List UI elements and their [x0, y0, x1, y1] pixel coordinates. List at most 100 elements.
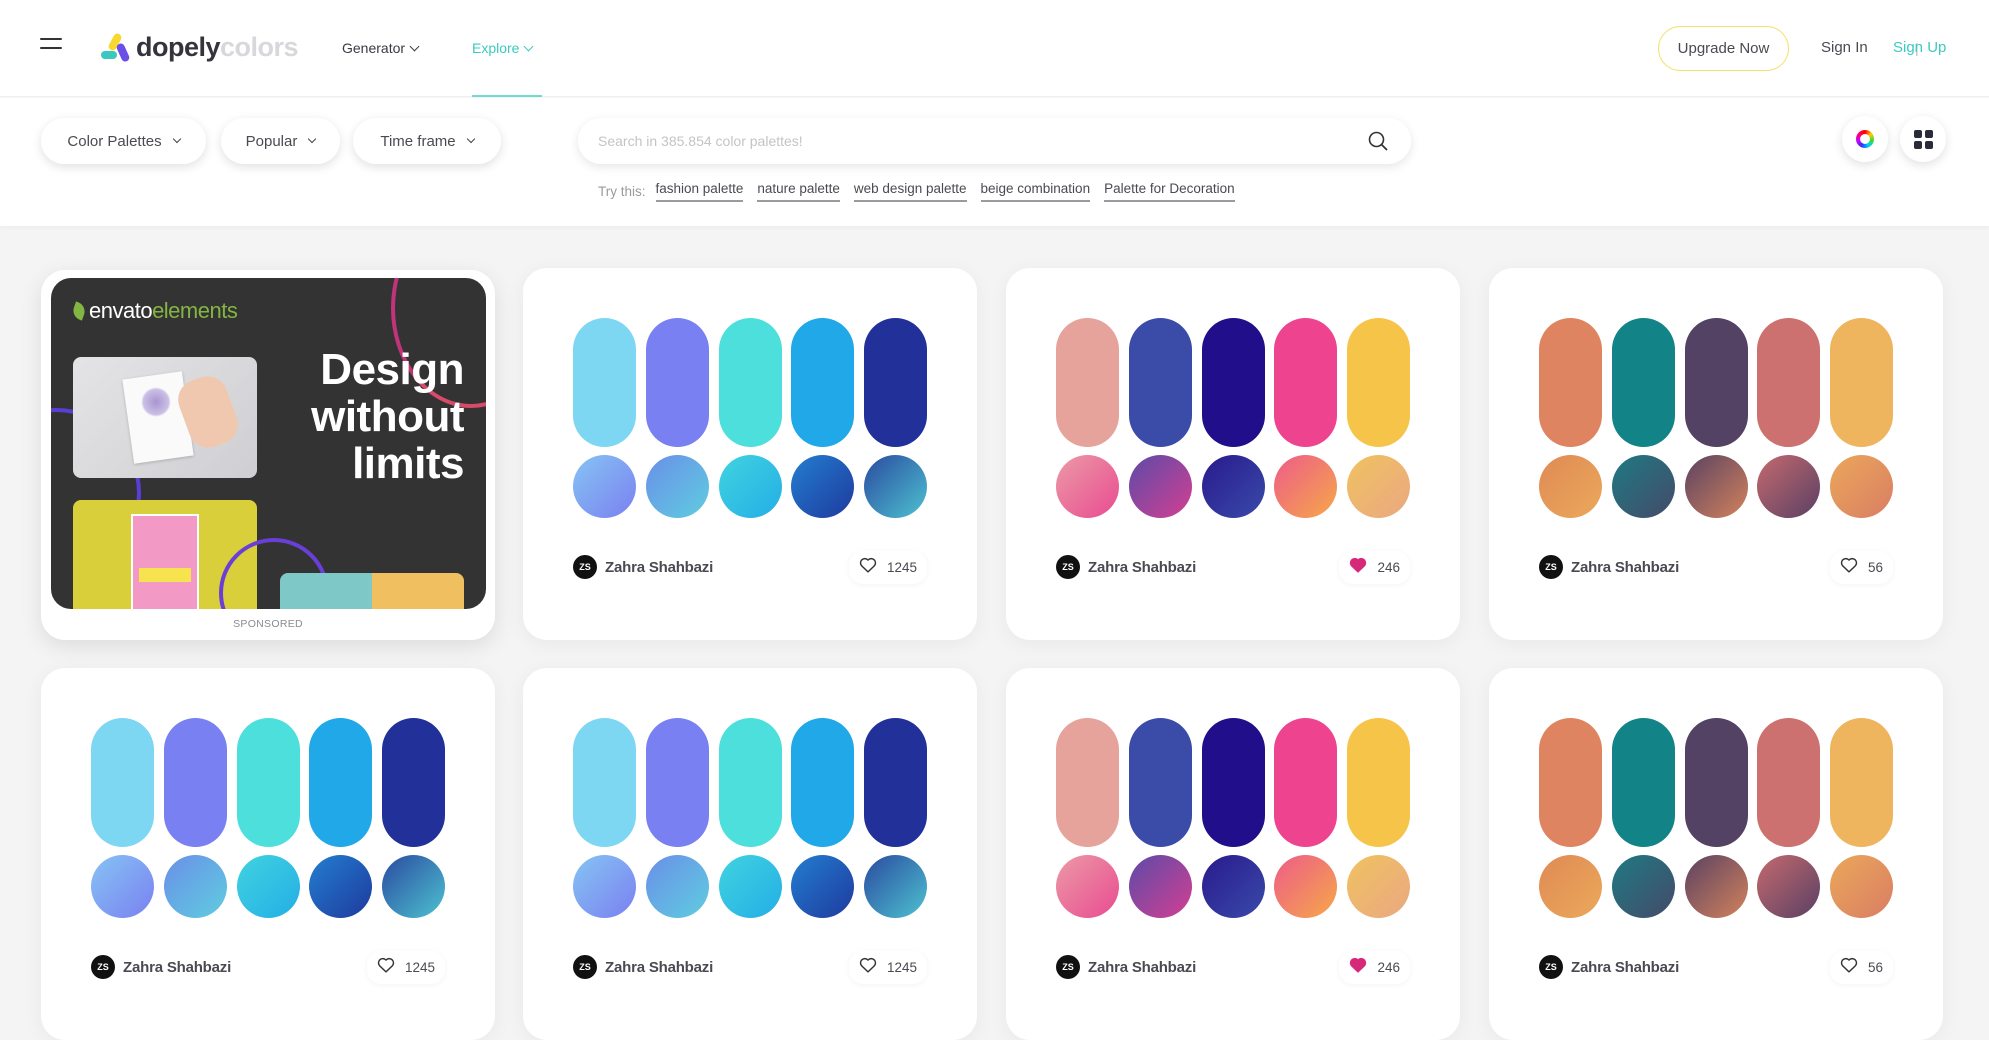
- logo[interactable]: dopelycolors: [100, 30, 299, 64]
- gradient-swatch[interactable]: [163, 855, 227, 918]
- grid-view-button[interactable]: [1900, 116, 1946, 162]
- color-swatch[interactable]: [1757, 718, 1821, 847]
- color-swatch[interactable]: [645, 318, 709, 447]
- like-button[interactable]: 1245: [849, 951, 927, 984]
- color-swatch[interactable]: [718, 318, 782, 447]
- color-swatch[interactable]: [309, 718, 373, 847]
- color-swatch[interactable]: [718, 718, 782, 847]
- like-button[interactable]: 246: [1339, 551, 1410, 584]
- gradient-swatch[interactable]: [1056, 855, 1119, 918]
- gradient-swatch[interactable]: [718, 455, 782, 518]
- author[interactable]: ZS Zahra Shahbazi: [1539, 555, 1679, 579]
- color-swatch[interactable]: [573, 318, 636, 447]
- color-swatch[interactable]: [791, 718, 855, 847]
- gradient-swatch[interactable]: [382, 855, 445, 918]
- color-swatch[interactable]: [1684, 318, 1748, 447]
- color-filter-button[interactable]: [1842, 116, 1888, 162]
- sign-in-link[interactable]: Sign In: [1821, 39, 1868, 56]
- gradient-swatch[interactable]: [1539, 455, 1602, 518]
- gradient-swatch[interactable]: [1128, 855, 1192, 918]
- ad-banner[interactable]: envato elements Design without limits: [51, 278, 486, 609]
- gradient-swatch[interactable]: [1347, 455, 1410, 518]
- color-swatch[interactable]: [1539, 318, 1602, 447]
- like-button[interactable]: 56: [1830, 551, 1893, 584]
- gradient-swatch[interactable]: [1128, 455, 1192, 518]
- gradient-swatch[interactable]: [573, 455, 636, 518]
- palette-card[interactable]: ZS Zahra Shahbazi 246: [1006, 268, 1460, 640]
- gradient-swatch[interactable]: [1830, 455, 1893, 518]
- gradient-swatch[interactable]: [1757, 455, 1821, 518]
- color-swatch[interactable]: [1611, 318, 1675, 447]
- gradient-swatch[interactable]: [1201, 855, 1265, 918]
- palette-card[interactable]: ZS Zahra Shahbazi 56: [1489, 668, 1943, 1040]
- gradient-swatch[interactable]: [1539, 855, 1602, 918]
- suggestion-tag[interactable]: beige combination: [980, 181, 1091, 202]
- like-button[interactable]: 1245: [849, 551, 927, 584]
- gradient-swatch[interactable]: [1684, 855, 1748, 918]
- nav-generator[interactable]: Generator: [342, 40, 420, 56]
- palette-card[interactable]: ZS Zahra Shahbazi 1245: [523, 268, 977, 640]
- color-swatch[interactable]: [1201, 318, 1265, 447]
- color-swatch[interactable]: [1056, 318, 1119, 447]
- gradient-swatch[interactable]: [864, 855, 927, 918]
- color-swatch[interactable]: [382, 718, 445, 847]
- color-swatch[interactable]: [1684, 718, 1748, 847]
- suggestion-tag[interactable]: nature palette: [757, 181, 840, 202]
- author[interactable]: ZS Zahra Shahbazi: [91, 955, 231, 979]
- color-swatch[interactable]: [864, 718, 927, 847]
- color-swatch[interactable]: [1056, 718, 1119, 847]
- gradient-swatch[interactable]: [309, 855, 373, 918]
- gradient-swatch[interactable]: [718, 855, 782, 918]
- color-swatch[interactable]: [1830, 718, 1893, 847]
- gradient-swatch[interactable]: [645, 455, 709, 518]
- gradient-swatch[interactable]: [1684, 455, 1748, 518]
- color-swatch[interactable]: [163, 718, 227, 847]
- gradient-swatch[interactable]: [573, 855, 636, 918]
- palette-card[interactable]: ZS Zahra Shahbazi 56: [1489, 268, 1943, 640]
- author[interactable]: ZS Zahra Shahbazi: [573, 555, 713, 579]
- gradient-swatch[interactable]: [1611, 455, 1675, 518]
- like-button[interactable]: 1245: [367, 951, 445, 984]
- suggestion-tag[interactable]: Palette for Decoration: [1104, 181, 1235, 202]
- color-swatch[interactable]: [1128, 718, 1192, 847]
- color-swatch[interactable]: [1347, 318, 1410, 447]
- like-button[interactable]: 56: [1830, 951, 1893, 984]
- author[interactable]: ZS Zahra Shahbazi: [573, 955, 713, 979]
- upgrade-now-button[interactable]: Upgrade Now: [1658, 26, 1789, 71]
- palette-card[interactable]: ZS Zahra Shahbazi 246: [1006, 668, 1460, 1040]
- color-swatch[interactable]: [1274, 718, 1338, 847]
- color-swatch[interactable]: [1128, 318, 1192, 447]
- gradient-swatch[interactable]: [1274, 855, 1338, 918]
- suggestion-tag[interactable]: fashion palette: [655, 181, 744, 202]
- gradient-swatch[interactable]: [236, 855, 300, 918]
- color-swatch[interactable]: [864, 318, 927, 447]
- author[interactable]: ZS Zahra Shahbazi: [1539, 955, 1679, 979]
- color-palettes-dropdown[interactable]: Color Palettes: [41, 118, 206, 164]
- gradient-swatch[interactable]: [1201, 455, 1265, 518]
- gradient-swatch[interactable]: [91, 855, 154, 918]
- color-swatch[interactable]: [1347, 718, 1410, 847]
- gradient-swatch[interactable]: [1056, 455, 1119, 518]
- author[interactable]: ZS Zahra Shahbazi: [1056, 555, 1196, 579]
- color-swatch[interactable]: [236, 718, 300, 847]
- menu-icon[interactable]: [40, 38, 62, 56]
- color-swatch[interactable]: [791, 318, 855, 447]
- color-swatch[interactable]: [1830, 318, 1893, 447]
- palette-card[interactable]: ZS Zahra Shahbazi 1245: [41, 668, 495, 1040]
- search-input[interactable]: [578, 133, 1355, 149]
- palette-card[interactable]: ZS Zahra Shahbazi 1245: [523, 668, 977, 1040]
- gradient-swatch[interactable]: [864, 455, 927, 518]
- gradient-swatch[interactable]: [791, 455, 855, 518]
- color-swatch[interactable]: [1274, 318, 1338, 447]
- gradient-swatch[interactable]: [1830, 855, 1893, 918]
- sort-popular-dropdown[interactable]: Popular: [221, 118, 340, 164]
- gradient-swatch[interactable]: [1757, 855, 1821, 918]
- color-swatch[interactable]: [645, 718, 709, 847]
- search-icon[interactable]: [1355, 118, 1401, 164]
- color-swatch[interactable]: [1757, 318, 1821, 447]
- suggestion-tag[interactable]: web design palette: [853, 181, 967, 202]
- color-swatch[interactable]: [91, 718, 154, 847]
- color-swatch[interactable]: [1201, 718, 1265, 847]
- gradient-swatch[interactable]: [645, 855, 709, 918]
- author[interactable]: ZS Zahra Shahbazi: [1056, 955, 1196, 979]
